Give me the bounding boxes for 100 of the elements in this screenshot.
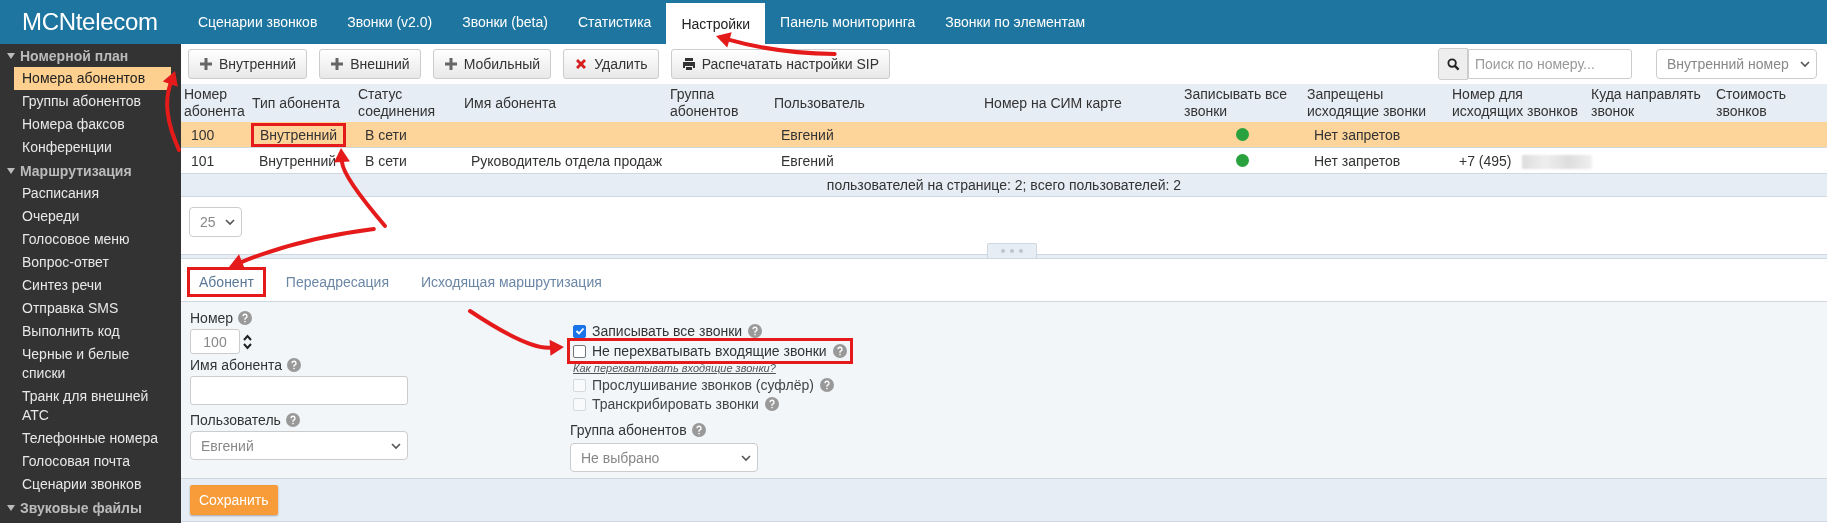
sidebar-item[interactable]: Номера факсов <box>0 113 181 136</box>
sidebar-group[interactable]: Номерной план <box>20 47 129 64</box>
sidebar-item[interactable]: Вопрос-ответ <box>0 251 181 274</box>
toolbar-button[interactable]: Внешний <box>319 49 421 79</box>
caret-icon <box>391 441 401 450</box>
column-header: Запрещены исходящие звонки <box>1304 84 1449 122</box>
x-icon <box>574 57 589 71</box>
sidebar-group[interactable]: Звуковые файлы <box>20 499 142 516</box>
help-icon <box>238 311 253 325</box>
field-label: Группа абонентов <box>570 422 687 438</box>
caret-icon <box>741 453 751 462</box>
tab[interactable]: Переадресация <box>275 269 399 295</box>
checkbox-label: Не перехватывать входящие звонки <box>592 343 827 359</box>
table-cell-text: Руководитель отдела продаж <box>470 151 663 170</box>
sidebar-item[interactable]: Расписания <box>0 182 181 205</box>
splitter-handle[interactable] <box>987 243 1037 258</box>
sidebar-item[interactable]: Сценарии звонков <box>0 473 181 496</box>
toolbar-button[interactable]: Внутренний <box>188 49 308 79</box>
table-cell-text: Внутренний <box>258 151 338 170</box>
sidebar-item[interactable]: Голосовая почта <box>0 450 181 473</box>
help-icon <box>691 423 706 437</box>
help-icon <box>287 358 302 372</box>
page-size-dropdown[interactable]: 25 <box>189 207 242 237</box>
table-cell-text: 101 <box>190 151 216 170</box>
table-cell-text: Евгений <box>780 125 835 144</box>
table-cell-text: Нет запретов <box>1313 151 1402 170</box>
help-icon <box>764 397 779 411</box>
nav-tab[interactable]: Звонки по элементам <box>930 0 1101 44</box>
sidebar-item[interactable]: Номера абонентов <box>14 67 171 90</box>
checkbox[interactable] <box>573 344 586 358</box>
toolbar-button[interactable]: Удалить <box>563 49 659 79</box>
column-header: Имя абонента <box>461 84 667 122</box>
search-button[interactable] <box>1438 48 1468 80</box>
nav-tab[interactable]: Панель мониторинга <box>765 0 931 44</box>
column-header: Номер абонента <box>181 84 249 122</box>
nav-tab[interactable]: Сценарии звонков <box>183 0 333 44</box>
field-label: Пользователь <box>190 412 281 428</box>
table-cell-text: Нет запретов <box>1313 125 1402 144</box>
filter-dropdown[interactable]: Внутренний номер <box>1656 49 1817 79</box>
search-icon <box>1446 57 1460 71</box>
column-header: Куда направлять звонок <box>1588 84 1713 122</box>
toolbar-button[interactable]: Мобильный <box>432 49 552 79</box>
checkbox-label: Записывать все звонки <box>592 323 743 339</box>
plus-icon <box>443 57 458 71</box>
sidebar-item[interactable]: Телефонные номера <box>0 427 181 450</box>
user-dropdown[interactable]: Евгений <box>190 431 408 460</box>
number-field[interactable]: 100 <box>190 329 240 354</box>
column-header: Тип абонента <box>249 84 355 122</box>
help-icon <box>285 413 300 427</box>
column-header: Группа абонентов <box>667 84 771 122</box>
group-dropdown[interactable]: Не выбрано <box>570 443 758 472</box>
column-header: Стоимость звонков <box>1713 84 1827 122</box>
checkbox-label: Прослушивание звонков (суфлёр) <box>592 377 814 393</box>
table-cell-text: В сети <box>364 125 408 144</box>
sidebar-group[interactable]: Маршрутизация <box>20 162 132 179</box>
plus-icon <box>330 57 345 71</box>
column-header: Пользователь <box>771 84 981 122</box>
nav-tab[interactable]: Статистика <box>562 0 667 44</box>
checkmark-icon <box>574 326 585 336</box>
table-footer: пользователей на странице: 2; всего пользователей: 2 <box>181 173 1827 197</box>
caret-icon <box>225 218 235 226</box>
sidebar-item[interactable]: Синтез речи <box>0 274 181 297</box>
help-icon <box>748 324 763 338</box>
logo: MCNtelecom <box>22 8 158 36</box>
checkbox-label: Транскрибировать звонки <box>592 396 759 412</box>
table-cell-text: +7 (495) <box>1458 151 1513 170</box>
field-label: Номер <box>190 310 234 326</box>
help-icon <box>819 378 834 392</box>
spinner-icon <box>243 333 252 350</box>
table-cell-text: 100 <box>190 125 216 144</box>
help-icon <box>832 344 847 358</box>
sidebar-item[interactable]: Группы абонентов <box>0 90 181 113</box>
sidebar-item[interactable]: Транк для внешней АТС <box>0 385 181 427</box>
column-header: Статус соединения <box>355 84 461 122</box>
nav-tab[interactable]: Звонки (beta) <box>447 0 563 44</box>
text-field[interactable] <box>190 376 408 405</box>
toolbar-button[interactable]: Распечатать настройки SIP <box>670 49 890 79</box>
sidebar-item[interactable]: Очереди <box>0 205 181 228</box>
sidebar-item[interactable]: Голосовое меню <box>0 228 181 251</box>
sidebar-item[interactable]: Выполнить код <box>0 320 181 343</box>
table-row[interactable]: 100 Внутренний В сети Евгений Нет запретов <box>181 122 1827 148</box>
tab[interactable]: Исходящая маршрутизация <box>410 269 612 295</box>
tab[interactable]: Абонент <box>189 269 264 295</box>
column-header: Номер для исходящих звонков <box>1449 84 1588 122</box>
printer-icon <box>681 57 696 71</box>
caret-icon <box>1800 60 1810 68</box>
search-field[interactable]: Поиск по номеру... <box>1468 49 1632 79</box>
table-cell-text: В сети <box>364 151 408 170</box>
table-cell: Внутренний <box>252 123 346 146</box>
field-label: Имя абонента <box>190 357 283 373</box>
table-cell-text: Евгений <box>780 151 835 170</box>
nav-tab[interactable]: Звонки (v2.0) <box>332 0 448 44</box>
plus-icon <box>199 57 213 71</box>
sidebar-item[interactable]: Конференции <box>0 136 181 159</box>
help-link[interactable]: Как перехватывать входящие звонки? <box>573 362 776 375</box>
column-header: Записывать все звонки <box>1181 84 1304 122</box>
sidebar-item[interactable]: Отправка SMS <box>0 297 181 320</box>
sidebar-item[interactable]: Черные и белые списки <box>0 343 181 385</box>
nav-tab[interactable]: Настройки <box>666 3 766 44</box>
checkbox[interactable] <box>573 324 586 338</box>
